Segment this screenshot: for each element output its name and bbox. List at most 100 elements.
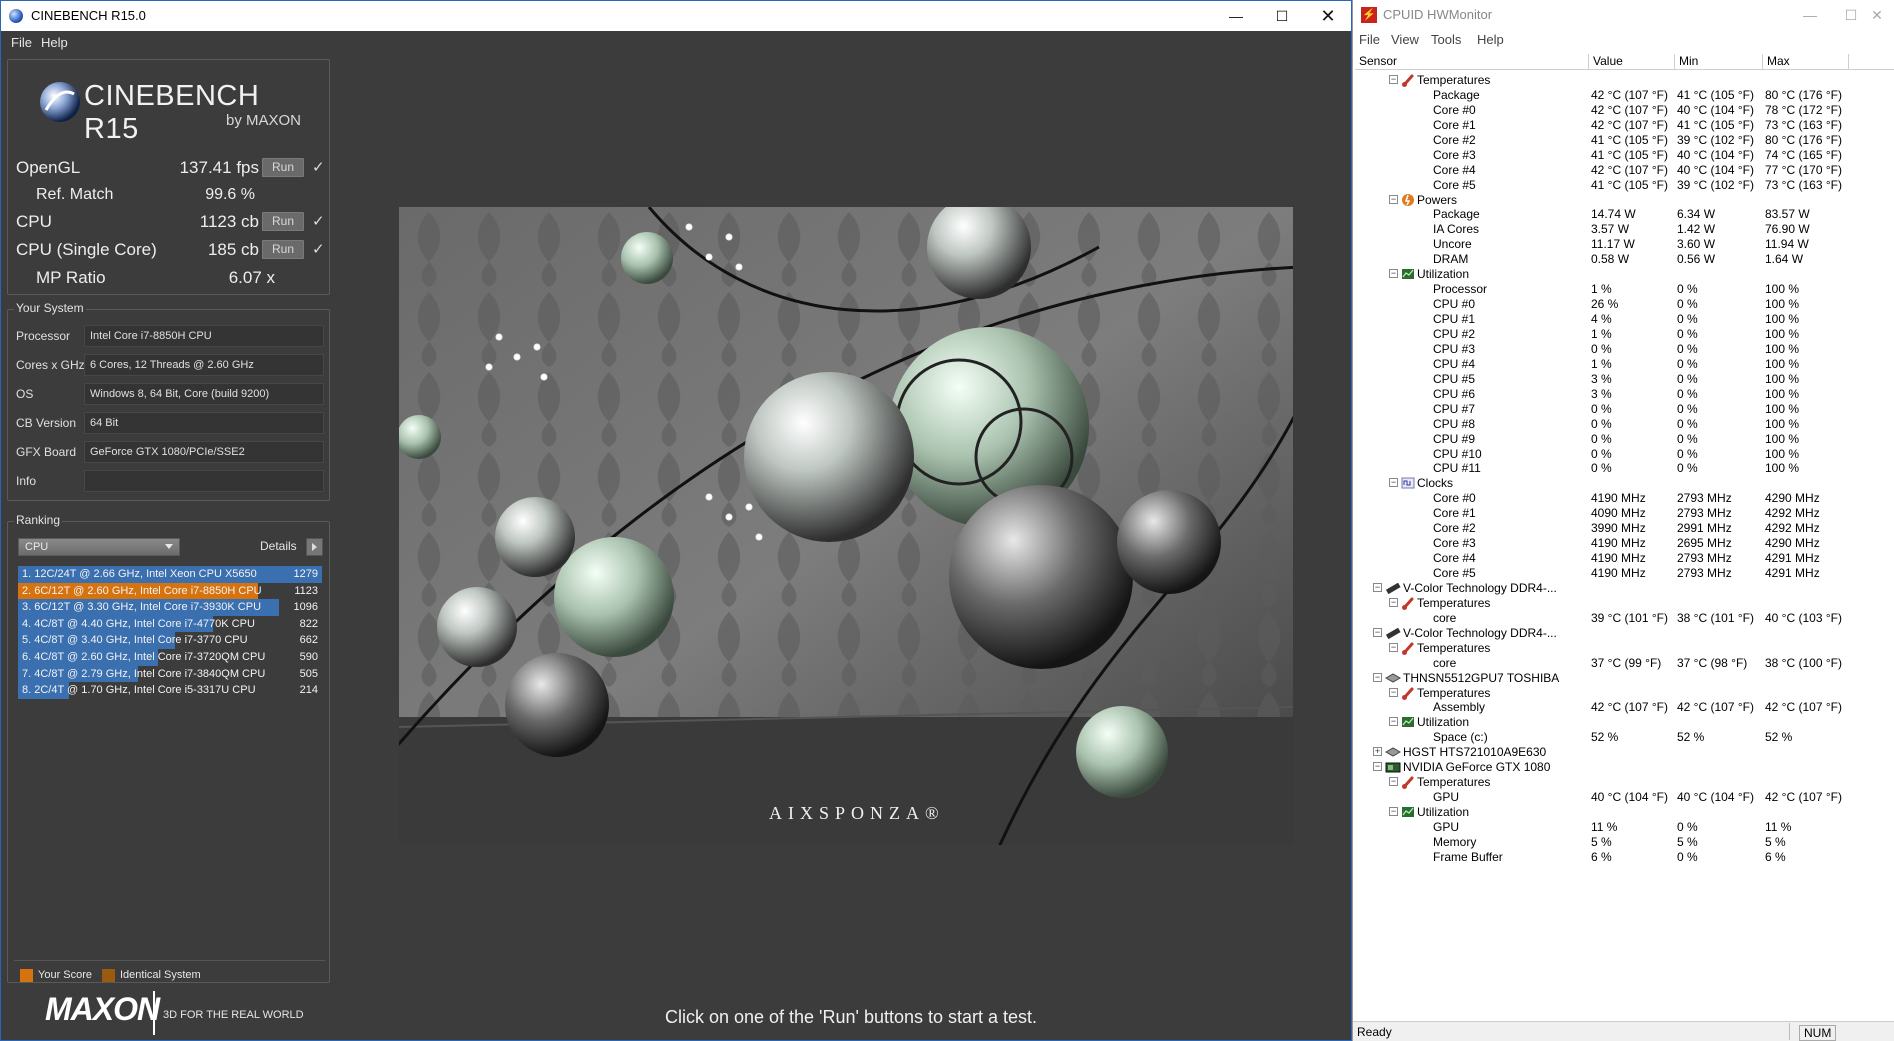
ranking-row[interactable]: 2. 6C/12T @ 2.60 GHz, Intel Core i7-8850… xyxy=(18,582,322,600)
sensor-min: 2793 MHz xyxy=(1677,506,1732,521)
details-button[interactable] xyxy=(306,538,323,556)
sensor-name: Core #1 xyxy=(1433,506,1476,521)
ranking-row[interactable]: 5. 4C/8T @ 3.40 GHz, Intel Core i7-3770 … xyxy=(18,632,322,650)
close-button[interactable]: ✕ xyxy=(1305,1,1351,31)
collapse-icon[interactable]: − xyxy=(1373,762,1382,772)
system-key: GFX Board xyxy=(16,445,77,459)
ranking-row[interactable]: 8. 2C/4T @ 1.70 GHz, Intel Core i5-3317U… xyxy=(18,682,322,700)
your-system-heading: Your System xyxy=(14,301,86,315)
sensor-name: HGST HTS721010A9E630 xyxy=(1403,745,1547,760)
hw-menu-help[interactable]: Help xyxy=(1477,32,1504,47)
sensor-min: 0 % xyxy=(1677,401,1698,416)
sensor-name: Core #2 xyxy=(1433,521,1476,536)
column-header-max[interactable]: Max xyxy=(1763,54,1849,70)
sensor-value: 0 % xyxy=(1591,431,1612,446)
sensor-max: 100 % xyxy=(1765,341,1800,356)
score-label: CPU xyxy=(16,212,52,231)
sensor-name: GPU xyxy=(1433,820,1460,834)
minimize-button[interactable]: — xyxy=(1213,1,1259,31)
ranking-row[interactable]: 1. 12C/24T @ 2.66 GHz, Intel Xeon CPU X5… xyxy=(18,566,322,583)
system-row-processor: Processor Intel Core i7-8850H CPU xyxy=(8,324,331,348)
ranking-panel: Ranking CPU Details 1. 12C/24T @ 2.66 GH… xyxy=(7,513,330,983)
collapse-icon[interactable]: − xyxy=(1389,194,1398,204)
collapse-icon[interactable]: − xyxy=(1373,627,1382,637)
sensor-value: 3.57 W xyxy=(1591,222,1630,237)
collapse-icon[interactable]: − xyxy=(1389,597,1398,607)
sensor-max: 100 % xyxy=(1765,297,1800,312)
sensor-value: 52 % xyxy=(1591,730,1619,745)
hw-menu-view[interactable]: View xyxy=(1391,32,1419,47)
hw-menu-tools[interactable]: Tools xyxy=(1431,32,1461,47)
utilization-icon xyxy=(1401,267,1415,281)
sensor-min: 2991 MHz xyxy=(1677,521,1732,536)
expand-icon[interactable]: + xyxy=(1373,747,1382,757)
memory-icon xyxy=(1385,626,1401,640)
sensor-name: Core #5 xyxy=(1433,566,1476,581)
info-field[interactable] xyxy=(84,470,324,492)
sensor-min: 37 °C (98 °F) xyxy=(1677,655,1748,670)
menu-help[interactable]: Help xyxy=(41,35,68,50)
collapse-icon[interactable]: − xyxy=(1389,642,1398,652)
score-label: OpenGL xyxy=(16,158,81,177)
ranking-row-score: 1096 xyxy=(293,601,318,614)
ranking-row[interactable]: 4. 4C/8T @ 4.40 GHz, Intel Core i7-4770K… xyxy=(18,615,322,633)
sensor-min: 52 % xyxy=(1677,730,1705,745)
sensor-name: CPU #5 xyxy=(1433,371,1476,386)
sensor-min: 40 °C (104 °F) xyxy=(1677,790,1754,805)
column-header-min[interactable]: Min xyxy=(1675,54,1763,70)
sensor-min: 0 % xyxy=(1677,371,1698,386)
sensor-value: 40 °C (104 °F) xyxy=(1591,790,1668,805)
collapse-icon[interactable]: − xyxy=(1389,717,1398,727)
score-cpu: CPU 1123 cb Run ✓ xyxy=(8,210,331,234)
sensor-name: CPU #2 xyxy=(1433,326,1476,341)
score-value: 185 cb xyxy=(207,240,259,259)
ranking-type-select[interactable]: CPU xyxy=(18,538,180,556)
collapse-icon[interactable]: − xyxy=(1389,269,1398,279)
collapse-icon[interactable]: − xyxy=(1373,672,1382,682)
collapse-icon[interactable]: − xyxy=(1373,582,1382,592)
maxon-logo: MAXON xyxy=(45,991,160,1027)
collapse-icon[interactable]: − xyxy=(1389,807,1398,817)
hw-minimize-button[interactable]: — xyxy=(1787,0,1833,30)
sensor-value: 0 % xyxy=(1591,446,1612,461)
sensor-max: 11.94 W xyxy=(1765,237,1809,252)
sensor-name: Utilization xyxy=(1417,805,1470,820)
collapse-icon[interactable]: − xyxy=(1389,75,1398,84)
ranking-row[interactable]: 7. 4C/8T @ 2.79 GHz, Intel Core i7-3840Q… xyxy=(18,665,322,683)
column-header-sensor[interactable]: Sensor xyxy=(1355,54,1589,70)
run-cpu-single-button[interactable]: Run xyxy=(262,240,304,259)
cinebench-app-icon xyxy=(9,9,23,23)
sensor-name: Temperatures xyxy=(1417,775,1491,790)
sensor-value: 4190 MHz xyxy=(1591,536,1646,551)
hwmonitor-window: ⚡ CPUID HWMonitor — ☐ ✕ File View Tools … xyxy=(1352,0,1894,1041)
ranking-legend: Your Score Identical System xyxy=(14,960,325,982)
hw-close-button[interactable]: ✕ xyxy=(1859,0,1894,30)
sensor-name: CPU #8 xyxy=(1433,416,1476,431)
column-header-value[interactable]: Value xyxy=(1589,54,1675,70)
menu-file[interactable]: File xyxy=(11,35,32,50)
system-value: GeForce GTX 1080/PCIe/SSE2 xyxy=(84,441,324,463)
sensor-min: 2793 MHz xyxy=(1677,551,1732,566)
run-opengl-button[interactable]: Run xyxy=(262,158,304,177)
maximize-button[interactable]: ☐ xyxy=(1259,1,1305,31)
collapse-icon[interactable]: − xyxy=(1389,478,1398,488)
ranking-row-label: 4. 4C/8T @ 4.40 GHz, Intel Core i7-4770K… xyxy=(22,617,255,630)
collapse-icon[interactable]: − xyxy=(1389,687,1398,697)
utilization-icon xyxy=(1401,805,1415,819)
hwmonitor-app-icon: ⚡ xyxy=(1361,7,1377,23)
hw-menu-file[interactable]: File xyxy=(1359,32,1380,47)
collapse-icon[interactable]: − xyxy=(1389,777,1398,787)
ranking-row[interactable]: 3. 6C/12T @ 3.30 GHz, Intel Core i7-3930… xyxy=(18,599,322,617)
sensor-name: Temperatures xyxy=(1417,685,1491,700)
sensor-row[interactable]: Frame Buffer 6 % 0 % 6 % xyxy=(1355,848,1894,866)
ranking-row[interactable]: 6. 4C/8T @ 2.60 GHz, Intel Core i7-3720Q… xyxy=(18,649,322,666)
render-scene-image: AIXSPONZA® xyxy=(399,207,1293,845)
ranking-select-value: CPU xyxy=(25,541,49,553)
system-row-info: Info xyxy=(8,469,331,493)
sensor-name: Core #4 xyxy=(1433,162,1476,177)
run-cpu-button[interactable]: Run xyxy=(262,212,304,231)
sensor-max: 77 °C (170 °F) xyxy=(1765,162,1842,177)
sensor-name: Frame Buffer xyxy=(1433,849,1503,864)
sensor-min: 42 °C (107 °F) xyxy=(1677,700,1754,715)
sensor-name: Core #2 xyxy=(1433,132,1476,147)
